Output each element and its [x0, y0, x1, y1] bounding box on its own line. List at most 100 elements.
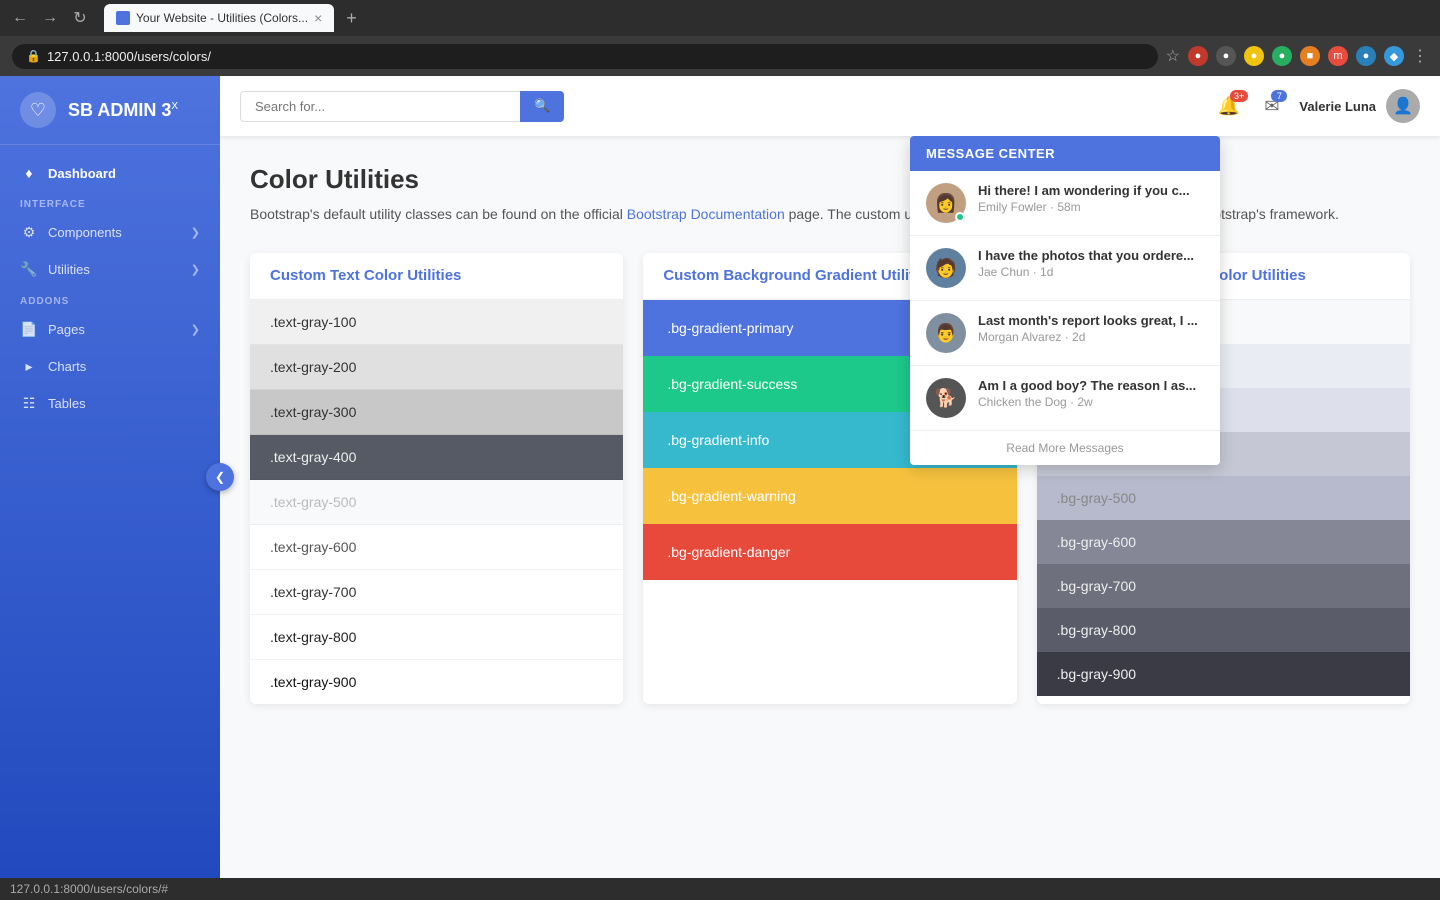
- message-meta: Emily Fowler · 58m: [978, 200, 1204, 214]
- bg-gradient-swatch-item: .bg-gradient-danger: [643, 524, 1016, 580]
- online-indicator: [955, 212, 965, 222]
- sidebar-item-charts[interactable]: ▸ Charts: [0, 348, 220, 385]
- tab-favicon: [116, 11, 130, 25]
- sidebar-item-utilities[interactable]: 🔧 Utilities ❯: [0, 251, 220, 288]
- chevron-right-icon: ❯: [191, 226, 200, 239]
- main-area: 🔍 🔔 3+ ✉ 7 Valerie Luna 👤 Color Utilitie: [220, 76, 1440, 878]
- search-form: 🔍: [240, 91, 580, 122]
- card-text-colors-body: .text-gray-100.text-gray-200.text-gray-3…: [250, 300, 623, 704]
- sidebar-item-tables[interactable]: ☷ Tables: [0, 385, 220, 422]
- chevron-right-utilities-icon: ❯: [191, 263, 200, 276]
- forward-button[interactable]: →: [38, 9, 62, 27]
- bootstrap-doc-link[interactable]: Bootstrap Documentation: [627, 206, 785, 222]
- ext-icon-6[interactable]: m: [1328, 46, 1348, 66]
- sidebar-toggle-button[interactable]: ❮: [206, 463, 234, 491]
- status-bar: 127.0.0.1:8000/users/colors/#: [0, 878, 1440, 900]
- text-swatch-item: .text-gray-300: [250, 390, 623, 435]
- address-bar-row: 🔒 127.0.0.1:8000/users/colors/ ☆ ● ● ● ●…: [0, 36, 1440, 76]
- topnav: 🔍 🔔 3+ ✉ 7 Valerie Luna 👤: [220, 76, 1440, 136]
- text-swatch-item: .text-gray-700: [250, 570, 623, 615]
- gray-swatch-item: .bg-gray-600: [1037, 520, 1410, 564]
- text-swatch-item: .text-gray-400: [250, 435, 623, 480]
- search-button[interactable]: 🔍: [520, 91, 564, 122]
- topnav-right: 🔔 3+ ✉ 7 Valerie Luna 👤: [1214, 89, 1420, 123]
- tab-close-button[interactable]: ×: [314, 10, 322, 26]
- page-description: Bootstrap's default utility classes can …: [250, 203, 1410, 225]
- menu-icon[interactable]: ⋮: [1412, 46, 1428, 66]
- text-swatch-item: .text-gray-500: [250, 480, 623, 525]
- card-text-colors-title: Custom Text Color Utilities: [270, 267, 461, 284]
- ext-icon-7[interactable]: ●: [1356, 46, 1376, 66]
- message-avatar: 👨: [926, 313, 966, 353]
- interface-section-label: INTERFACE: [0, 191, 220, 214]
- browser-tab-active[interactable]: Your Website - Utilities (Colors... ×: [104, 4, 334, 32]
- tab-title: Your Website - Utilities (Colors...: [136, 11, 308, 25]
- utilities-icon: 🔧: [20, 261, 38, 278]
- message-text: Am I a good boy? The reason I as...: [978, 378, 1204, 393]
- message-center-header: MESSAGE CENTER: [910, 136, 1220, 171]
- cards-row: Custom Text Color Utilities .text-gray-1…: [250, 253, 1410, 704]
- message-content: Am I a good boy? The reason I as... Chick…: [978, 378, 1204, 409]
- text-swatch-item: .text-gray-200: [250, 345, 623, 390]
- new-tab-button[interactable]: +: [346, 8, 357, 29]
- ext-icon-2[interactable]: ●: [1216, 46, 1236, 66]
- alerts-button[interactable]: 🔔 3+: [1214, 92, 1244, 121]
- sidebar-nav: ♦ Dashboard INTERFACE ⚙ Components ❯ 🔧 U…: [0, 145, 220, 878]
- user-name: Valerie Luna: [1299, 99, 1376, 114]
- message-item[interactable]: 🧑 I have the photos that you ordere... Jae…: [910, 236, 1220, 301]
- message-text: I have the photos that you ordere...: [978, 248, 1204, 263]
- message-meta: Chicken the Dog · 2w: [978, 395, 1204, 409]
- message-meta: Jae Chun · 1d: [978, 265, 1204, 279]
- tables-icon: ☷: [20, 395, 38, 412]
- chevron-right-pages-icon: ❯: [191, 323, 200, 336]
- message-avatar: 👩: [926, 183, 966, 223]
- user-info[interactable]: Valerie Luna 👤: [1299, 89, 1420, 123]
- alerts-badge: 3+: [1230, 90, 1248, 102]
- user-avatar: 👤: [1386, 89, 1420, 123]
- sidebar-item-dashboard[interactable]: ♦ Dashboard: [0, 155, 220, 191]
- gray-swatch-item: .bg-gray-900: [1037, 652, 1410, 696]
- ext-icon-4[interactable]: ●: [1272, 46, 1292, 66]
- star-icon[interactable]: ☆: [1166, 46, 1180, 66]
- page-title: Color Utilities: [250, 164, 1410, 195]
- read-more-messages-button[interactable]: Read More Messages: [910, 431, 1220, 465]
- message-center-dropdown: MESSAGE CENTER 👩Hi there! I am wondering…: [910, 136, 1220, 465]
- message-list: 👩Hi there! I am wondering if you c...Emi…: [910, 171, 1220, 431]
- sidebar-item-pages[interactable]: 📄 Pages ❯: [0, 311, 220, 348]
- text-swatch-item: .text-gray-800: [250, 615, 623, 660]
- messages-button[interactable]: ✉ 7: [1260, 92, 1283, 121]
- lock-icon: 🔒: [26, 49, 41, 63]
- messages-badge: 7: [1271, 90, 1287, 102]
- card-text-colors-header: Custom Text Color Utilities: [250, 253, 623, 300]
- message-item[interactable]: 🐕 Am I a good boy? The reason I as... Chic…: [910, 366, 1220, 431]
- components-icon: ⚙: [20, 224, 38, 241]
- gray-swatch-item: .bg-gray-500: [1037, 476, 1410, 520]
- sidebar-brand[interactable]: ♡ SB ADMIN 3X: [0, 76, 220, 145]
- charts-icon: ▸: [20, 358, 38, 375]
- address-bar[interactable]: 🔒 127.0.0.1:8000/users/colors/: [12, 44, 1158, 69]
- card-text-colors: Custom Text Color Utilities .text-gray-1…: [250, 253, 623, 704]
- dashboard-icon: ♦: [20, 165, 38, 181]
- ext-icon-5[interactable]: ■: [1300, 46, 1320, 66]
- message-avatar: 🧑: [926, 248, 966, 288]
- text-swatch-item: .text-gray-900: [250, 660, 623, 704]
- message-avatar: 🐕: [926, 378, 966, 418]
- brand-name: SB ADMIN 3X: [68, 100, 178, 121]
- message-meta: Morgan Alvarez · 2d: [978, 330, 1204, 344]
- ext-icon-3[interactable]: ●: [1244, 46, 1264, 66]
- browser-actions: ☆ ● ● ● ● ■ m ● ◆ ⋮: [1166, 46, 1428, 66]
- sidebar-item-components[interactable]: ⚙ Components ❯: [0, 214, 220, 251]
- ext-icon-8[interactable]: ◆: [1384, 46, 1404, 66]
- ext-icon-1[interactable]: ●: [1188, 46, 1208, 66]
- bg-gradient-swatch-item: .bg-gradient-warning: [643, 468, 1016, 524]
- url-text: 127.0.0.1:8000/users/colors/: [47, 49, 211, 64]
- browser-chrome: ← → ↻ Your Website - Utilities (Colors..…: [0, 0, 1440, 36]
- message-item[interactable]: 👨 Last month's report looks great, I ... M…: [910, 301, 1220, 366]
- status-bar-text: 127.0.0.1:8000/users/colors/#: [10, 882, 168, 896]
- text-swatch-item: .text-gray-100: [250, 300, 623, 345]
- back-button[interactable]: ←: [8, 9, 32, 27]
- reload-button[interactable]: ↻: [68, 8, 92, 28]
- message-item[interactable]: 👩Hi there! I am wondering if you c...Emi…: [910, 171, 1220, 236]
- message-text: Last month's report looks great, I ...: [978, 313, 1204, 328]
- search-input[interactable]: [240, 91, 520, 122]
